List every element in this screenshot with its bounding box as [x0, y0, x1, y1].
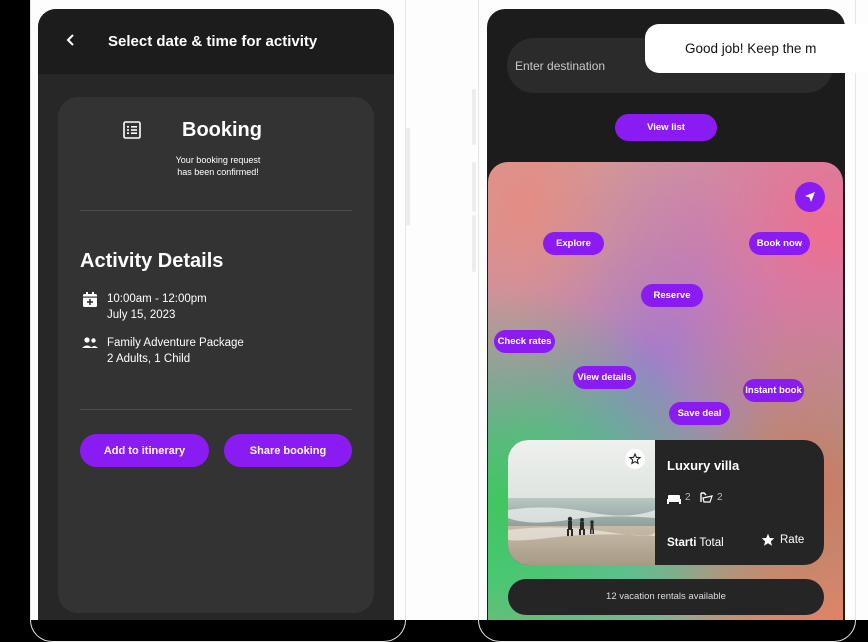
- price-label: Total: [696, 537, 724, 549]
- map-pin-save-deal[interactable]: Save deal: [669, 402, 730, 425]
- package-name: Family Adventure Package: [107, 337, 244, 349]
- bed-icon: [667, 495, 681, 504]
- listing-card[interactable]: Luxury villa 2 2 Starti Total Rate: [508, 440, 824, 565]
- confirmation-line-1: Your booking request: [175, 155, 261, 165]
- confirmation-line-2: has been confirmed!: [177, 167, 259, 177]
- booking-title: Booking: [182, 119, 262, 141]
- activity-schedule: 10:00am - 12:00pm July 15, 2023: [107, 291, 207, 323]
- activity-time: 10:00am - 12:00pm: [107, 293, 207, 305]
- map-pin-reserve[interactable]: Reserve: [641, 284, 703, 307]
- star-icon: [761, 533, 775, 546]
- guest-count: 2 Adults, 1 Child: [107, 353, 191, 365]
- price-label-bold: Starti: [667, 537, 697, 549]
- my-location-button[interactable]: [795, 182, 825, 212]
- calendar-add-icon: [83, 292, 97, 307]
- add-to-itinerary-button[interactable]: Add to itinerary: [80, 434, 209, 467]
- map-pin-explore[interactable]: Explore: [543, 232, 604, 255]
- back-button[interactable]: [60, 29, 82, 51]
- divider: [80, 210, 352, 211]
- star-outline-icon: [628, 452, 642, 465]
- listing-price: Starti Total: [667, 537, 724, 549]
- map-pin-book-now[interactable]: Book now: [749, 232, 810, 255]
- map-search-screen: View list Explore Book now Reserve Check…: [487, 9, 845, 620]
- map-view[interactable]: Explore Book now Reserve Check rates Vie…: [488, 162, 843, 620]
- page-title: Select date & time for activity: [108, 33, 318, 50]
- chevron-left-icon: [66, 34, 74, 46]
- map-pin-view-details[interactable]: View details: [573, 366, 636, 389]
- top-app-bar: Select date & time for activity: [38, 9, 394, 74]
- side-button: [472, 89, 476, 145]
- rate-label: Rate: [780, 534, 805, 546]
- booking-confirmation-text: Your booking request has been confirmed!: [148, 154, 288, 178]
- share-booking-button[interactable]: Share booking: [224, 434, 352, 467]
- favorite-button[interactable]: [625, 449, 645, 469]
- activity-booking-screen: Select date & time for activity Booking …: [38, 9, 394, 620]
- people-icon: [82, 337, 98, 348]
- bed-count: 2: [685, 492, 691, 503]
- rate-button[interactable]: Rate: [761, 533, 804, 547]
- rentals-count-bar[interactable]: 12 vacation rentals available: [508, 579, 824, 615]
- bathtub-icon: [700, 492, 713, 503]
- activity-date: July 15, 2023: [107, 309, 176, 321]
- view-list-button[interactable]: View list: [615, 114, 717, 141]
- toast-message: Good job! Keep the m: [645, 24, 868, 73]
- side-button: [406, 128, 410, 226]
- map-pin-check-rates[interactable]: Check rates: [494, 330, 555, 353]
- navigation-arrow-icon: [805, 192, 815, 202]
- screen-body: Booking Your booking request has been co…: [38, 74, 394, 620]
- side-button: [472, 215, 476, 272]
- activity-details-heading: Activity Details: [80, 250, 224, 272]
- listing-title: Luxury villa: [667, 458, 740, 473]
- divider: [80, 409, 352, 410]
- side-button: [472, 162, 476, 212]
- receipt-list-icon: [123, 121, 141, 139]
- booking-card: Booking Your booking request has been co…: [58, 97, 374, 613]
- package-info: Family Adventure Package 2 Adults, 1 Chi…: [107, 335, 244, 367]
- map-pin-instant-book[interactable]: Instant book: [743, 379, 804, 402]
- bath-count: 2: [717, 492, 723, 503]
